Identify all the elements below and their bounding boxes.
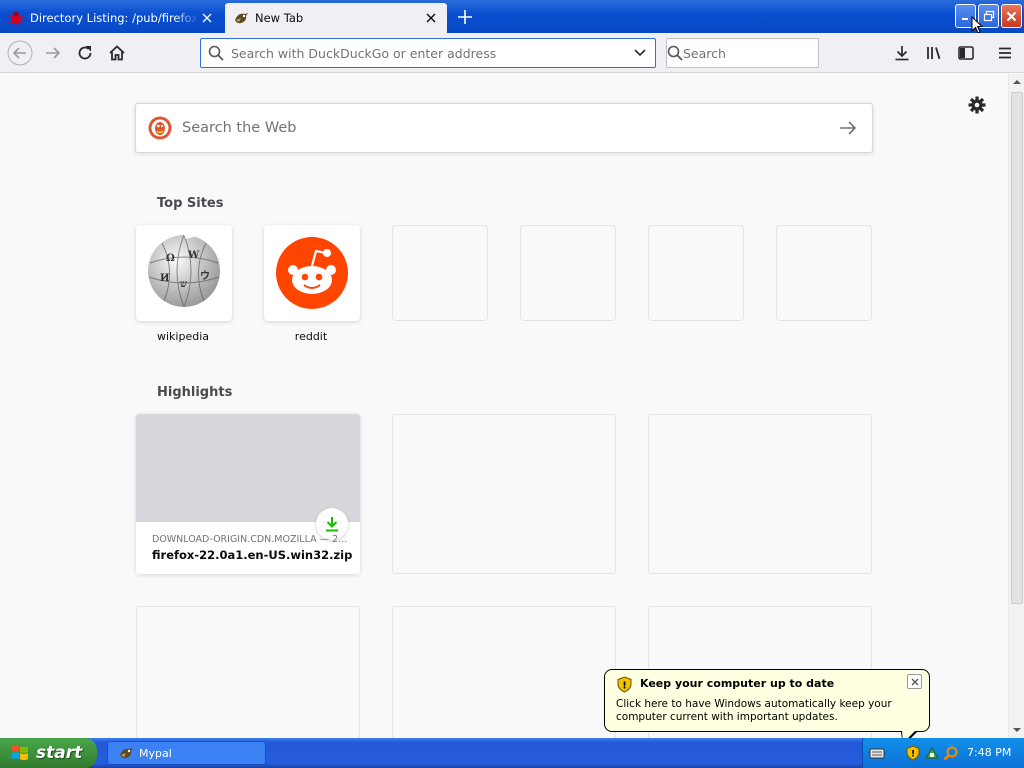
address-input[interactable] [231, 45, 625, 61]
settings-gear-icon[interactable] [966, 94, 988, 116]
top-sites-heading: Top Sites [157, 196, 224, 211]
chevron-down-icon[interactable] [625, 39, 655, 67]
arrow-right-icon [840, 121, 857, 135]
balloon-message: Click here to have Windows automatically… [616, 698, 892, 723]
tab-new-tab[interactable]: New Tab [225, 3, 447, 33]
svg-text:W: W [187, 250, 200, 261]
window-close-button[interactable] [1001, 4, 1022, 28]
close-icon [1006, 11, 1017, 21]
keyboard-icon[interactable] [869, 745, 885, 761]
address-bar[interactable] [200, 38, 656, 68]
sidebar-icon [958, 46, 974, 60]
tab-label: Directory Listing: /pub/firefox/nightly/ [30, 10, 199, 25]
home-button[interactable] [101, 37, 133, 69]
web-search-box[interactable] [135, 103, 873, 153]
duckduckgo-logo-icon [148, 116, 172, 140]
download-icon [326, 517, 338, 532]
search-submit-button[interactable] [828, 108, 868, 148]
search-icon [201, 39, 231, 67]
highlight-source: DOWNLOAD-ORIGIN.CDN.MOZILLA — 2... [152, 534, 348, 545]
security-shield-icon[interactable]: ! [905, 745, 921, 761]
network-icon[interactable] [924, 745, 940, 761]
taskbar-item-label: Mypal [139, 746, 172, 760]
mypal-logo-icon [120, 748, 133, 759]
balloon-close-button[interactable] [907, 674, 922, 689]
hamburger-menu-icon [999, 47, 1011, 59]
navigation-toolbar [0, 33, 1024, 73]
update-notification-balloon[interactable]: ! Keep your computer up to date Click he… [604, 669, 930, 746]
plus-icon [458, 10, 472, 24]
close-icon [911, 678, 918, 685]
new-tab-page: Top Sites Ω W И ウ [0, 74, 1008, 738]
windows-logo-icon [12, 745, 28, 761]
start-button[interactable]: start [0, 738, 97, 768]
close-icon[interactable] [423, 10, 439, 26]
tab-directory-listing[interactable]: Directory Listing: /pub/firefox/nightly/ [0, 2, 223, 33]
clock: 7:48 PM [967, 746, 1012, 759]
highlight-card[interactable]: DOWNLOAD-ORIGIN.CDN.MOZILLA — 2... firef… [136, 414, 360, 574]
highlight-card-empty [392, 414, 616, 574]
search-icon [667, 45, 683, 61]
top-site-tile-reddit[interactable] [264, 225, 360, 321]
svg-text:И: И [160, 273, 169, 284]
scroll-down-arrow-icon[interactable] [1009, 722, 1024, 738]
top-site-tile-wikipedia[interactable]: Ω W И ウ ש [136, 225, 232, 321]
highlight-preview-image [136, 414, 360, 522]
magnifier-icon[interactable] [943, 745, 959, 761]
security-shield-icon: ! [617, 676, 632, 693]
title-bar: Directory Listing: /pub/firefox/nightly/… [0, 0, 1024, 34]
minimize-icon [961, 18, 968, 20]
highlight-card-empty [392, 606, 616, 738]
svg-text:ウ: ウ [200, 270, 210, 282]
scroll-up-arrow-icon[interactable] [1009, 74, 1024, 90]
tab-label: New Tab [255, 11, 304, 25]
mypal-logo-icon [235, 13, 248, 24]
highlights-heading: Highlights [157, 385, 233, 400]
top-site-tile-empty[interactable] [648, 225, 744, 321]
svg-text:!: ! [622, 681, 627, 692]
menu-button[interactable] [989, 37, 1021, 69]
top-site-tile-empty[interactable] [392, 225, 488, 321]
start-label: start [36, 743, 83, 763]
download-icon [895, 46, 909, 61]
highlight-card-empty [648, 414, 872, 574]
library-button[interactable] [918, 37, 950, 69]
reload-button[interactable] [69, 37, 101, 69]
taskbar-item-mypal[interactable]: Mypal [107, 741, 266, 765]
forward-button[interactable] [37, 37, 69, 69]
svg-text:ש: ש [180, 279, 187, 290]
top-site-label: reddit [294, 330, 328, 343]
highlight-card-empty [136, 606, 360, 738]
wikipedia-globe-icon: Ω W И ウ ש [148, 233, 220, 308]
close-icon[interactable] [199, 10, 215, 26]
back-button[interactable] [4, 37, 36, 69]
arrow-right-icon [46, 47, 61, 59]
arrow-left-icon [7, 40, 33, 66]
bug-icon [8, 11, 24, 24]
sidebar-toggle-button[interactable] [950, 37, 982, 69]
new-tab-button[interactable] [452, 6, 478, 28]
top-site-tile-empty[interactable] [520, 225, 616, 321]
web-search-input[interactable] [182, 120, 828, 136]
reload-icon [78, 46, 92, 60]
windows-taskbar: start Mypal ! 7:48 PM [0, 738, 1024, 768]
top-site-label: wikipedia [156, 330, 209, 343]
vertical-scrollbar[interactable] [1008, 74, 1024, 738]
library-icon [927, 47, 941, 60]
top-site-tile-empty[interactable] [776, 225, 872, 321]
svg-text:!: ! [911, 750, 915, 760]
svg-text:Ω: Ω [166, 253, 175, 264]
balloon-title: Keep your computer up to date [640, 677, 835, 690]
search-input[interactable] [683, 45, 839, 61]
home-icon [109, 45, 125, 61]
scrollbar-thumb[interactable] [1011, 92, 1023, 604]
search-bar[interactable] [666, 38, 839, 68]
downloads-button[interactable] [886, 37, 918, 69]
reddit-alien-icon [276, 237, 348, 309]
highlight-title: firefox-22.0a1.en-US.win32.zip [152, 548, 353, 562]
